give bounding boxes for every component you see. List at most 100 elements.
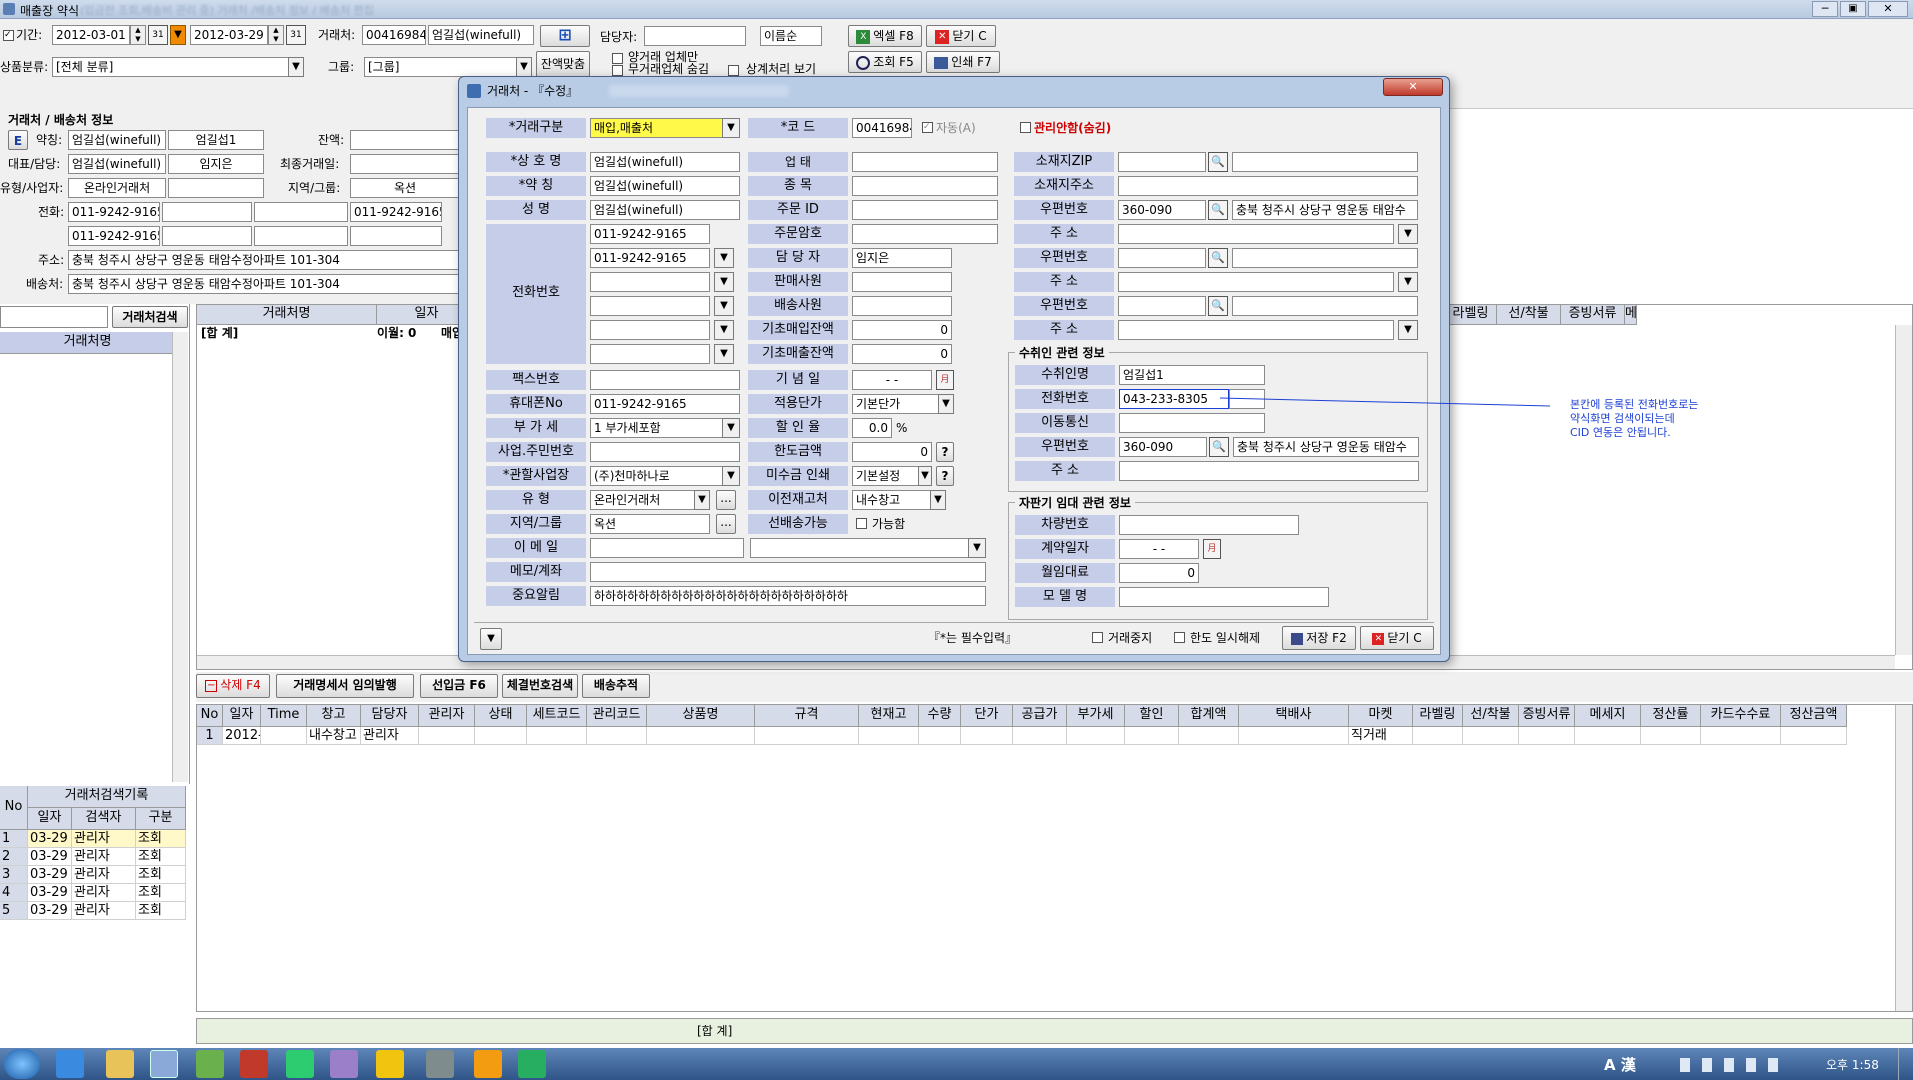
- app2-taskbar-icon[interactable]: [196, 1050, 224, 1078]
- history-cell[interactable]: 4: [0, 884, 28, 902]
- detail-header[interactable]: 메세지: [1575, 705, 1641, 727]
- balance-button[interactable]: 잔액맞춤: [536, 51, 590, 77]
- search-icon[interactable]: 🔍: [1208, 152, 1228, 172]
- detail-header[interactable]: 규격: [755, 705, 859, 727]
- sales-input[interactable]: [852, 272, 952, 292]
- chevron-down-icon[interactable]: ▼: [1398, 320, 1418, 340]
- detail-header[interactable]: Time: [261, 705, 307, 727]
- track-button[interactable]: 배송추적: [582, 674, 650, 698]
- important-input[interactable]: 하하하하하하하하하하하하하하하하하하하하하하하: [590, 586, 986, 606]
- apply-price-select[interactable]: 기본단가: [852, 394, 952, 414]
- manager-input[interactable]: [644, 26, 746, 46]
- detail-header[interactable]: 선/착불: [1463, 705, 1519, 727]
- vertical-scrollbar[interactable]: [1895, 705, 1912, 1011]
- calendar-icon[interactable]: 31: [148, 25, 168, 45]
- start-button[interactable]: [4, 1049, 40, 1079]
- chevron-down-icon[interactable]: ▼: [288, 57, 304, 77]
- kind-more-button[interactable]: ...: [716, 490, 736, 510]
- vat-select[interactable]: 1 부가세포함: [590, 418, 740, 438]
- search-icon[interactable]: 🔍: [1209, 437, 1229, 457]
- detail-cell[interactable]: [587, 727, 647, 745]
- detail-header[interactable]: 정산금액: [1781, 705, 1847, 727]
- print-button[interactable]: 인쇄 F7: [926, 51, 1000, 73]
- history-cell[interactable]: 03-29: [28, 830, 72, 848]
- contract-input[interactable]: - -: [1119, 539, 1199, 559]
- detail-cell[interactable]: [261, 727, 307, 745]
- customer-search-button[interactable]: 거래처검색: [112, 306, 188, 328]
- detail-cell[interactable]: [859, 727, 919, 745]
- region-more-button[interactable]: ...: [716, 514, 736, 534]
- grid-header[interactable]: 메: [1625, 305, 1637, 325]
- detail-header[interactable]: 일자: [223, 705, 261, 727]
- chevron-down-icon[interactable]: ▼: [714, 320, 734, 340]
- close-button[interactable]: ✕ 닫기 C: [926, 25, 996, 47]
- ime-indicator[interactable]: A 漢: [1604, 1054, 1636, 1075]
- detail-cell[interactable]: [1641, 727, 1701, 745]
- chevron-down-icon[interactable]: ▼: [714, 272, 734, 292]
- detail-cell[interactable]: [475, 727, 527, 745]
- search-button[interactable]: 조회 F5: [848, 51, 922, 73]
- calendar-icon[interactable]: 31: [286, 25, 306, 45]
- phone-input-6[interactable]: [590, 344, 710, 364]
- recv-name-input[interactable]: 엄길섭1: [1119, 365, 1265, 385]
- zip3-addr[interactable]: [1232, 296, 1418, 316]
- company-input[interactable]: 엄길섭(winefull): [590, 152, 740, 172]
- zip2-input[interactable]: [1118, 248, 1206, 268]
- detail-cell[interactable]: [1179, 727, 1239, 745]
- show-desktop-button[interactable]: [1898, 1048, 1913, 1080]
- detail-cell[interactable]: [1701, 727, 1781, 745]
- phone-input-4[interactable]: [590, 296, 710, 316]
- clock[interactable]: 오후 1:58: [1826, 1056, 1879, 1073]
- zip-input[interactable]: 360-090: [1118, 200, 1206, 220]
- app4-taskbar-icon[interactable]: [286, 1050, 314, 1078]
- chevron-down-icon[interactable]: ▼: [694, 490, 710, 510]
- minimize-button[interactable]: ─: [1812, 1, 1838, 17]
- detail-header[interactable]: 창고: [307, 705, 361, 727]
- detail-header[interactable]: 담당자: [361, 705, 419, 727]
- history-cell[interactable]: 조회: [136, 866, 186, 884]
- order-pw-input[interactable]: [852, 224, 998, 244]
- car-input[interactable]: [1119, 515, 1299, 535]
- recv-zip-addr[interactable]: 충북 청주시 상당구 영운동 태암수: [1233, 437, 1419, 457]
- detail-header[interactable]: 단가: [961, 705, 1013, 727]
- app8-taskbar-icon[interactable]: [474, 1050, 502, 1078]
- zip-loc-addr[interactable]: [1232, 152, 1418, 172]
- vertical-scrollbar[interactable]: [1895, 325, 1912, 655]
- addr-input[interactable]: [1118, 224, 1394, 244]
- chevron-down-icon[interactable]: ▼: [516, 57, 532, 77]
- detail-cell[interactable]: [1125, 727, 1179, 745]
- detail-cell[interactable]: [1413, 727, 1463, 745]
- code-input[interactable]: 00416984: [852, 118, 912, 138]
- short-name-input[interactable]: 엄길섭(winefull): [590, 176, 740, 196]
- group-select[interactable]: [그룹]: [364, 57, 532, 77]
- detail-header[interactable]: 관리코드: [587, 705, 647, 727]
- customer-name-input[interactable]: 엄길섭(winefull): [428, 25, 534, 45]
- settle-search-button[interactable]: 체결번호검색: [502, 674, 578, 698]
- detail-cell[interactable]: [1239, 727, 1349, 745]
- unpaid-help-button[interactable]: ?: [936, 466, 954, 486]
- detail-cell[interactable]: [755, 727, 859, 745]
- detail-cell[interactable]: [419, 727, 475, 745]
- chevron-down-icon[interactable]: ▼: [918, 466, 932, 486]
- history-cell[interactable]: 조회: [136, 830, 186, 848]
- search-icon[interactable]: 🔍: [1208, 200, 1228, 220]
- detail-header[interactable]: 증빙서류: [1519, 705, 1575, 727]
- detail-header[interactable]: No: [197, 705, 223, 727]
- detail-cell[interactable]: [961, 727, 1013, 745]
- app9-taskbar-icon[interactable]: [518, 1050, 546, 1078]
- tray-icons[interactable]: [1680, 1058, 1790, 1072]
- history-cell[interactable]: 관리자: [72, 848, 136, 866]
- detail-cell[interactable]: [1519, 727, 1575, 745]
- detail-header[interactable]: 택배사: [1239, 705, 1349, 727]
- date-from-input[interactable]: 2012-03-01: [52, 25, 130, 45]
- detail-header[interactable]: 상품명: [647, 705, 755, 727]
- excel-button[interactable]: X 엑셀 F8: [848, 25, 922, 47]
- detail-cell[interactable]: [919, 727, 961, 745]
- chevron-down-icon[interactable]: ▼: [1398, 272, 1418, 292]
- folder-icon[interactable]: [106, 1050, 134, 1078]
- history-cell[interactable]: 관리자: [72, 884, 136, 902]
- chevron-down-icon[interactable]: ▼: [930, 490, 946, 510]
- chevron-down-icon[interactable]: ▼: [714, 248, 734, 268]
- business-input[interactable]: [852, 152, 998, 172]
- discount-input[interactable]: 0.0: [852, 418, 892, 438]
